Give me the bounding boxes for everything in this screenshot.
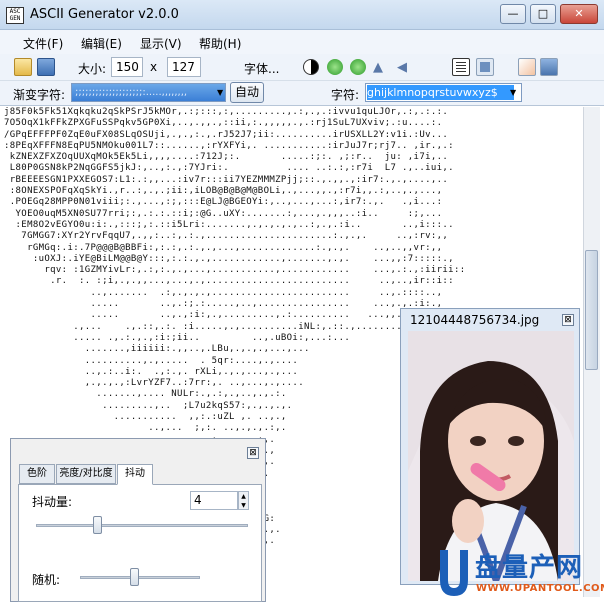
rotate-right-icon[interactable] (350, 59, 366, 75)
menu-help[interactable]: 帮助(H) (199, 35, 241, 52)
ramp-dropdown[interactable]: ;;;;;;;;;;;;;;;;;;;;:.....,,,,,,,, (71, 83, 226, 102)
dither-amount-track[interactable] (36, 524, 248, 527)
menu-file[interactable]: 文件(F) (23, 35, 63, 52)
colour-icon[interactable] (518, 58, 536, 76)
tab-dither[interactable]: 抖动 (117, 464, 153, 485)
tab-levels[interactable]: 色阶 (19, 464, 55, 484)
ramp-dropdown-arrow-icon[interactable]: ▼ (217, 88, 223, 97)
dither-amount-slider-thumb[interactable] (92, 516, 102, 534)
preview-photo (408, 331, 574, 581)
random-label: 随机: (32, 573, 61, 587)
close-icon: ✕ (574, 7, 584, 20)
height-input[interactable]: 127 (167, 57, 201, 77)
image-view-icon[interactable] (476, 58, 494, 76)
chars-value[interactable]: ghijklmnopqrstuvwxyz$ (367, 85, 514, 100)
image-window-title: 12104448756734.jpg (410, 313, 540, 327)
save-icon[interactable] (37, 58, 55, 76)
width-input[interactable]: 150 (111, 57, 143, 77)
flip-up-icon[interactable]: ▲ (373, 60, 383, 75)
brightness-ramp-label: 渐变字符: (13, 88, 66, 102)
window-title: ASCII Generator v2.0.0 (30, 7, 179, 22)
panel-close-icon[interactable]: ⊠ (247, 447, 259, 459)
menu-edit[interactable]: 编辑(E) (81, 35, 122, 52)
watermark-u-logo-icon (440, 550, 468, 596)
dither-amount-label: 抖动量: (32, 495, 73, 509)
open-folder-icon[interactable] (14, 58, 32, 76)
text-view-icon[interactable] (452, 58, 470, 76)
chars-label: 字符: (331, 88, 360, 102)
random-track[interactable] (80, 576, 200, 579)
chars-dropdown-arrow-icon[interactable]: ▼ (510, 88, 516, 97)
image-window-close-icon[interactable]: ⊠ (562, 314, 574, 326)
display-icon[interactable] (540, 58, 558, 76)
scrollbar-thumb[interactable] (585, 250, 598, 370)
font-button[interactable]: 字体... (244, 60, 279, 77)
close-button[interactable]: ✕ (560, 4, 598, 24)
dither-amount-input[interactable]: 4 (190, 491, 238, 510)
watermark-text: 盘量产网 (475, 553, 584, 583)
ramp-value: ;;;;;;;;;;;;;;;;;;;;:.....,,,,,,,, (75, 87, 188, 98)
tab-brightness-contrast[interactable]: 亮度/对比度 (56, 464, 116, 484)
size-label: 大小: (78, 62, 107, 76)
dither-amount-spinner[interactable]: ▲ ▼ (238, 491, 249, 510)
flip-left-icon[interactable]: ◀ (397, 60, 407, 75)
minimize-icon: — (507, 7, 519, 20)
app-logo-icon: ASC GEN (6, 7, 24, 24)
watermark-url: WWW.UPANTOOL.COM (476, 583, 604, 594)
menu-view[interactable]: 显示(V) (140, 35, 182, 52)
maximize-icon: □ (537, 7, 549, 20)
photo-illustration (408, 331, 574, 581)
minimize-button[interactable]: — (500, 4, 526, 24)
times-label: x (150, 60, 158, 74)
rotate-left-icon[interactable] (327, 59, 343, 75)
maximize-button[interactable]: □ (530, 4, 556, 24)
invert-icon[interactable] (303, 59, 319, 75)
auto-button[interactable]: 自动 (230, 82, 264, 103)
random-slider-thumb[interactable] (129, 568, 139, 586)
